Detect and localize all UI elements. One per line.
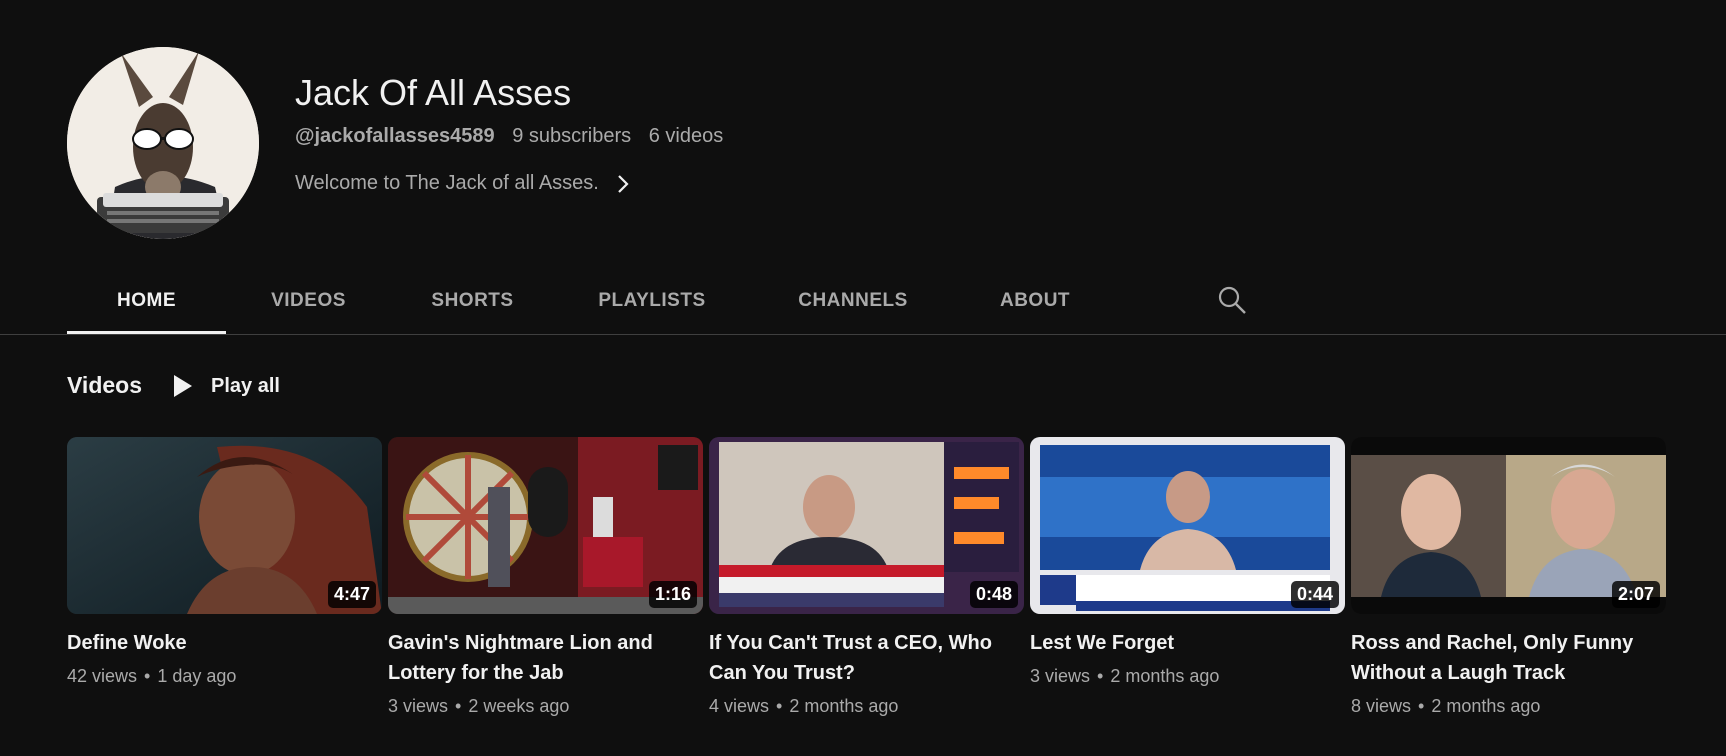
- video-title[interactable]: Lest We Forget: [1030, 628, 1330, 658]
- video-duration: 4:47: [327, 581, 376, 608]
- video-meta: 3 views • 2 weeks ago: [388, 696, 703, 717]
- video-title[interactable]: Gavin's Nightmare Lion and Lottery for t…: [388, 628, 688, 688]
- upload-age: 2 months ago: [1431, 696, 1541, 716]
- meta-separator: •: [455, 696, 462, 716]
- video-card: 0:48 If You Can't Trust a CEO, Who Can Y…: [709, 437, 1024, 717]
- meta-separator: •: [144, 666, 151, 686]
- view-count: 4 views: [709, 696, 770, 716]
- view-count: 8 views: [1351, 696, 1412, 716]
- upload-age: 1 day ago: [157, 666, 237, 686]
- meta-separator: •: [776, 696, 783, 716]
- channel-description: Welcome to The Jack of all Asses.: [295, 172, 599, 194]
- channel-handle: @jackofallasses4589: [295, 125, 495, 147]
- video-count: 6 videos: [648, 125, 724, 147]
- play-all-button[interactable]: Play all: [172, 370, 280, 402]
- video-meta: 42 views • 1 day ago: [67, 666, 382, 687]
- channel-title: Jack Of All Asses: [295, 72, 572, 113]
- view-count: 42 views: [67, 666, 138, 686]
- search-icon[interactable]: [1216, 284, 1248, 316]
- subscriber-count: 9 subscribers: [512, 125, 632, 147]
- tab-videos[interactable]: VIDEOS: [226, 268, 391, 334]
- video-thumbnail[interactable]: 2:07: [1351, 437, 1666, 614]
- tab-channels[interactable]: CHANNELS: [750, 268, 956, 334]
- meta-separator: •: [1418, 696, 1425, 716]
- video-card: 1:16 Gavin's Nightmare Lion and Lottery …: [388, 437, 703, 717]
- play-icon: [174, 375, 192, 397]
- video-card: 0:44 Lest We Forget 3 views • 2 months ago: [1030, 437, 1345, 687]
- video-duration: 0:48: [969, 581, 1018, 608]
- video-thumbnail[interactable]: 1:16: [388, 437, 703, 614]
- view-count: 3 views: [388, 696, 449, 716]
- upload-age: 2 weeks ago: [468, 696, 570, 716]
- video-card: 2:07 Ross and Rachel, Only Funny Without…: [1351, 437, 1666, 717]
- upload-age: 2 months ago: [789, 696, 899, 716]
- channel-avatar[interactable]: [67, 47, 259, 239]
- tab-playlists[interactable]: PLAYLISTS: [554, 268, 750, 334]
- video-duration: 0:44: [1290, 581, 1339, 608]
- tab-about[interactable]: ABOUT: [956, 268, 1114, 334]
- video-meta: 4 views • 2 months ago: [709, 696, 1024, 717]
- view-count: 3 views: [1030, 666, 1091, 686]
- video-duration: 2:07: [1611, 581, 1660, 608]
- tab-home[interactable]: HOME: [67, 268, 226, 334]
- video-title[interactable]: If You Can't Trust a CEO, Who Can You Tr…: [709, 628, 1009, 688]
- tab-shorts[interactable]: SHORTS: [391, 268, 554, 334]
- play-all-label: Play all: [211, 374, 280, 397]
- video-meta: 3 views • 2 months ago: [1030, 666, 1345, 687]
- channel-description-link[interactable]: Welcome to The Jack of all Asses.: [295, 172, 631, 195]
- tabs-divider: [0, 334, 1726, 335]
- video-title[interactable]: Define Woke: [67, 628, 367, 658]
- meta-separator: •: [1097, 666, 1104, 686]
- video-card: 4:47 Define Woke 42 views • 1 day ago: [67, 437, 382, 687]
- video-meta: 8 views • 2 months ago: [1351, 696, 1666, 717]
- video-duration: 1:16: [648, 581, 697, 608]
- channel-tabs: HOME VIDEOS SHORTS PLAYLISTS CHANNELS AB…: [67, 268, 1114, 334]
- section-title: Videos: [67, 372, 142, 398]
- video-thumbnail[interactable]: 0:44: [1030, 437, 1345, 614]
- channel-meta: @jackofallasses4589 9 subscribers 6 vide…: [295, 125, 723, 148]
- video-thumbnail[interactable]: 4:47: [67, 437, 382, 614]
- upload-age: 2 months ago: [1110, 666, 1220, 686]
- chevron-right-icon: [618, 174, 629, 193]
- video-title[interactable]: Ross and Rachel, Only Funny Without a La…: [1351, 628, 1651, 688]
- channel-header: Jack Of All Asses @jackofallasses4589 9 …: [0, 0, 1726, 260]
- donkey-avatar-image: [67, 47, 259, 239]
- video-thumbnail[interactable]: 0:48: [709, 437, 1024, 614]
